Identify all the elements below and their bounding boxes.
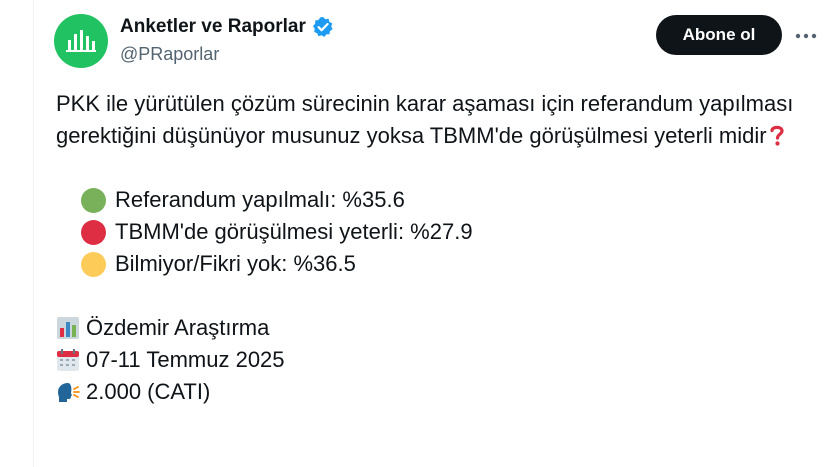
red-circle-icon xyxy=(81,219,106,245)
bar-chart-icon xyxy=(56,316,80,340)
option-label: Bilmiyor/Fikri yok: %36.5 xyxy=(115,251,356,276)
timeline-border xyxy=(33,0,34,467)
more-horizontal-icon xyxy=(795,33,817,39)
red-question-mark-icon xyxy=(769,125,784,146)
sample-row: 2.000 (CATI) xyxy=(56,376,826,408)
calendar-icon xyxy=(56,348,80,372)
avatar[interactable] xyxy=(54,14,108,68)
follow-button[interactable]: Abone ol xyxy=(656,15,782,55)
option-row-tbmm: TBMM'de görüşülmesi yeterli: %27.9 xyxy=(56,216,826,248)
date-text: 07-11 Temmuz 2025 xyxy=(86,347,285,372)
option-label: Referandum yapılmalı: %35.6 xyxy=(115,187,405,212)
date-row: 07-11 Temmuz 2025 xyxy=(56,344,826,376)
display-name[interactable]: Anketler ve Raporlar xyxy=(120,16,306,38)
tweet-text: PKK ile yürütülen çözüm sürecinin karar … xyxy=(56,88,826,408)
option-label: TBMM'de görüşülmesi yeterli: %27.9 xyxy=(115,219,473,244)
yellow-circle-icon xyxy=(81,251,106,277)
source-row: Özdemir Araştırma xyxy=(56,312,826,344)
sample-text: 2.000 (CATI) xyxy=(86,379,211,404)
poll-logo-icon xyxy=(66,30,96,52)
verified-badge-icon xyxy=(312,17,333,37)
more-options-button[interactable] xyxy=(792,24,820,48)
option-row-referendum: Referandum yapılmalı: %35.6 xyxy=(56,184,826,216)
source-text: Özdemir Araştırma xyxy=(86,315,270,340)
option-row-unsure: Bilmiyor/Fikri yok: %36.5 xyxy=(56,248,826,280)
handle[interactable]: @PRaporlar xyxy=(120,44,219,65)
speaking-head-icon xyxy=(56,380,80,404)
author-name-row: Anketler ve Raporlar xyxy=(120,16,334,38)
question-text: PKK ile yürütülen çözüm sürecinin karar … xyxy=(56,91,794,148)
green-circle-icon xyxy=(81,187,106,213)
